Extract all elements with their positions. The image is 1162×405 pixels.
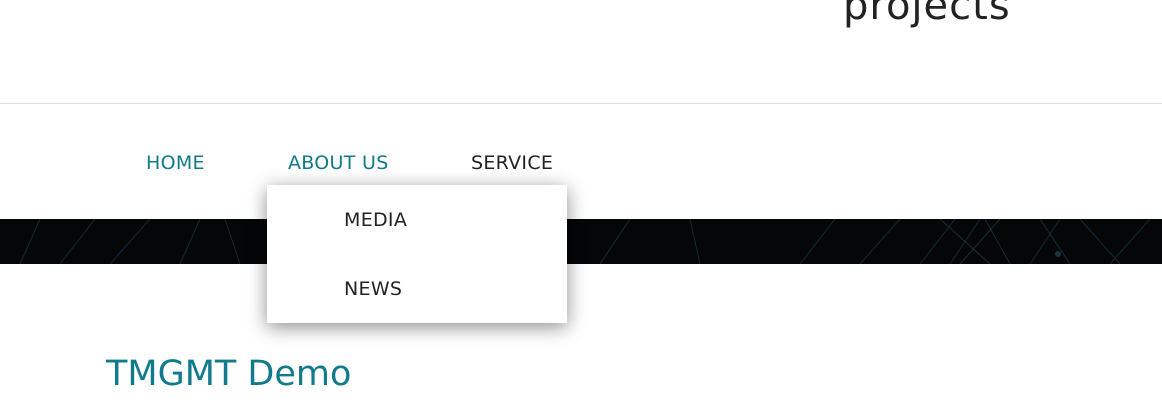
dropdown-item-news[interactable]: NEWS [344,277,402,301]
dropdown-item-media[interactable]: MEDIA [344,208,407,232]
site-header: projects [0,0,1162,104]
about-us-dropdown-menu: MEDIA NEWS [267,185,567,323]
nav-item-about-us[interactable]: ABOUT US [288,151,389,175]
nav-item-service[interactable]: SERVICE [471,151,553,175]
page-title: TMGMT Demo [106,354,352,394]
banner-dot [1055,251,1061,257]
banner-pattern [19,219,1151,264]
hero-banner [0,219,1162,264]
header-tagline: projects [843,0,1011,29]
page: projects HOME ABOUT US SERVICE MEDIA NEW… [0,0,1162,405]
nav-item-home[interactable]: HOME [146,151,205,175]
main-nav: HOME ABOUT US SERVICE [0,105,1162,219]
